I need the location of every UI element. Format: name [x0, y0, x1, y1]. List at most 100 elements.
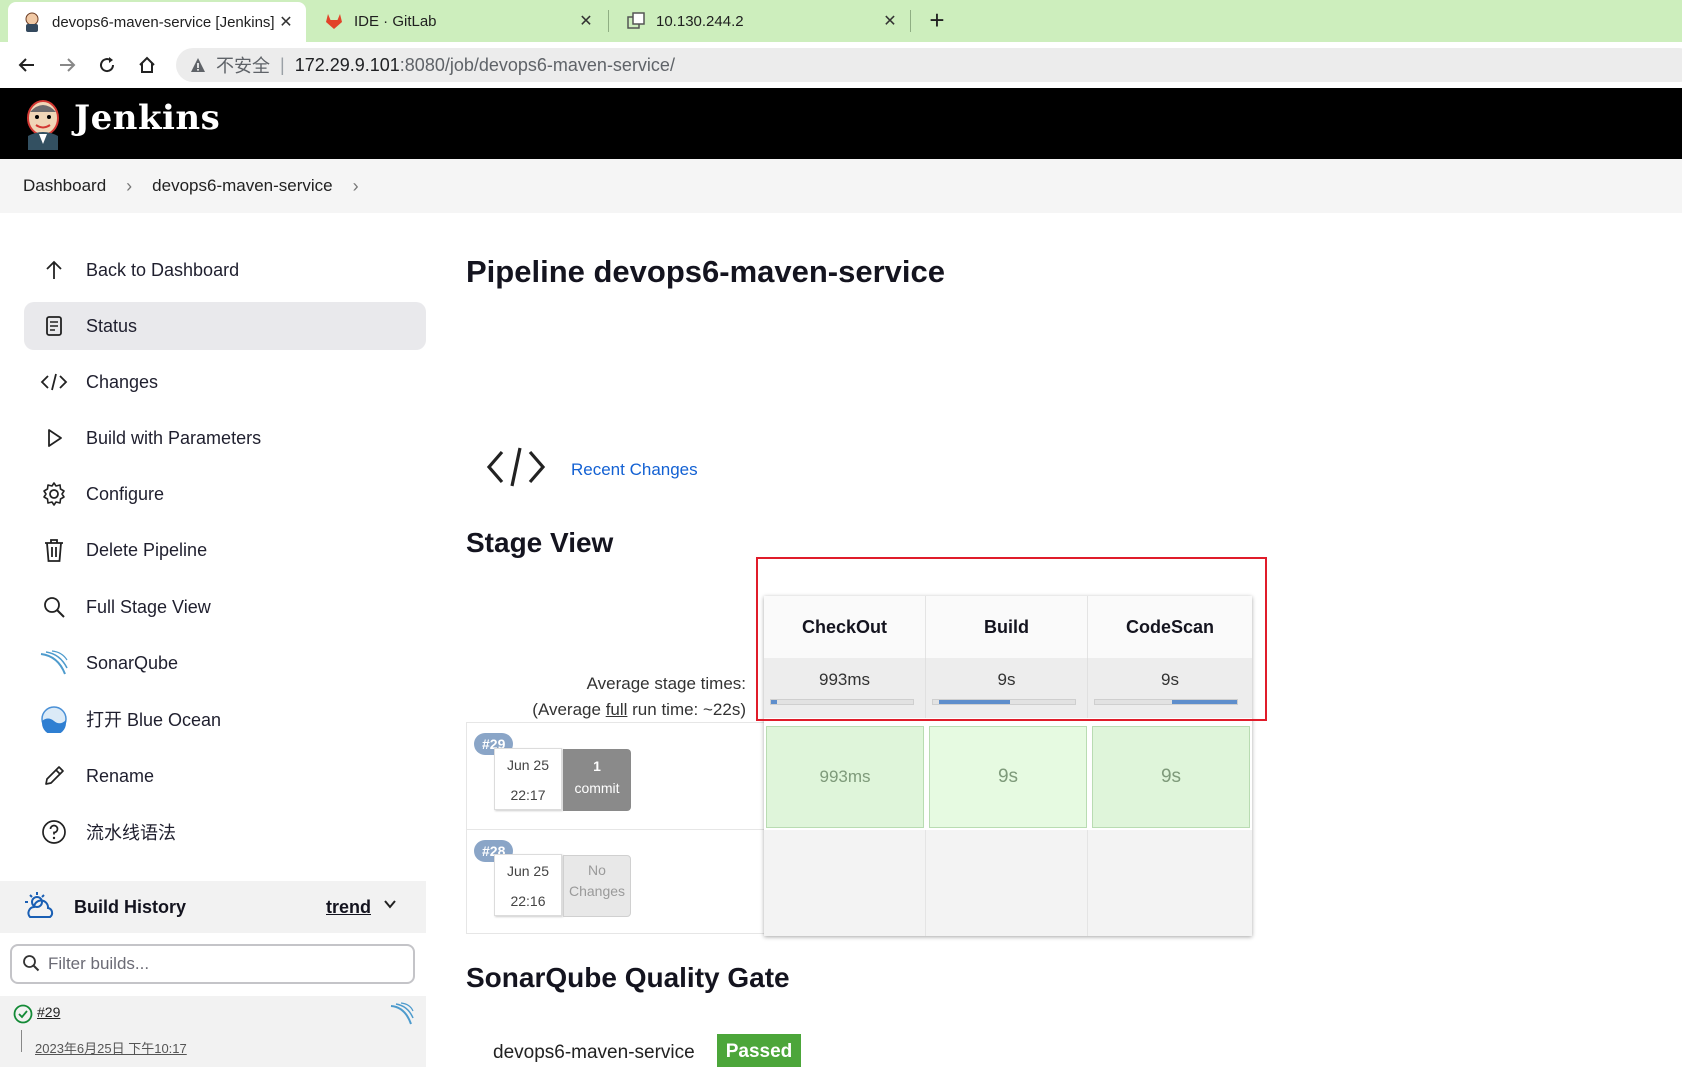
- gear-icon: [40, 480, 68, 508]
- sonarqube-icon[interactable]: [390, 1002, 414, 1026]
- avg-pre: (Average: [532, 700, 606, 719]
- breadcrumb-dashboard[interactable]: Dashboard: [23, 176, 106, 196]
- tab-title: devops6-maven-service [Jenkins]: [52, 13, 275, 31]
- sidebar-item-label: Build with Parameters: [86, 427, 262, 448]
- tab-remote[interactable]: 10.130.244.2 ✕: [612, 0, 910, 42]
- jenkins-logo-icon[interactable]: [22, 98, 64, 150]
- pencil-icon: [40, 762, 68, 790]
- home-icon: [139, 56, 155, 73]
- build-history-label[interactable]: Build History: [74, 897, 186, 918]
- tab-title: IDE · GitLab: [354, 12, 437, 30]
- blue-ocean-icon: [40, 705, 68, 733]
- run-date: Jun 25 22:17: [494, 748, 562, 810]
- success-icon: [13, 1004, 33, 1024]
- sidebar-item-blue-ocean[interactable]: 打开 Blue Ocean: [24, 695, 426, 743]
- close-icon[interactable]: ✕: [276, 12, 296, 32]
- stage-cell-empty: [1088, 830, 1252, 936]
- tab-gitlab[interactable]: IDE · GitLab ✕: [310, 0, 606, 42]
- no-changes-box: No Changes: [563, 855, 631, 917]
- recent-changes-link[interactable]: Recent Changes: [571, 460, 698, 480]
- sidebar-item-label: Back to Dashboard: [86, 259, 240, 280]
- sidebar-item-label: 流水线语法: [86, 823, 176, 843]
- sidebar-item-sonarqube[interactable]: SonarQube: [24, 639, 426, 687]
- filter-builds-field[interactable]: [10, 944, 415, 984]
- sidebar-item-full-stage-view[interactable]: Full Stage View: [24, 583, 426, 631]
- sidebar-item-label: Rename: [86, 765, 155, 786]
- no-changes-line-2: Changes: [568, 883, 626, 899]
- highlight-box: [756, 557, 1267, 721]
- chevron-right-icon[interactable]: ›: [353, 176, 359, 197]
- arrow-right-icon: [60, 58, 76, 72]
- build-history-header: Build History trend: [0, 881, 426, 933]
- weather-icon: [24, 891, 56, 923]
- page-title: Pipeline devops6-maven-service: [466, 254, 946, 289]
- close-icon[interactable]: ✕: [576, 11, 596, 31]
- run-date: Jun 25 22:16: [494, 854, 562, 916]
- sonarqube-project-name[interactable]: devops6-maven-service: [493, 1042, 695, 1064]
- stage-cell-codescan-29[interactable]: 9s: [1092, 726, 1250, 828]
- breadcrumb-job[interactable]: devops6-maven-service: [152, 176, 332, 196]
- sidebar-item-rename[interactable]: Rename: [24, 752, 426, 800]
- chevron-right-icon[interactable]: ›: [126, 176, 132, 197]
- run-date-time: 22:17: [510, 787, 546, 803]
- stage-view-title: Stage View: [466, 527, 614, 558]
- sidebar-item-label: SonarQube: [86, 652, 179, 673]
- url-host: 172.29.9.101: [294, 54, 400, 75]
- trend-link[interactable]: trend: [326, 897, 371, 918]
- trash-icon: [40, 536, 68, 564]
- stage-view-runs: #29 Jun 25 22:17 1 commit #28 Jun 25 22:…: [466, 722, 765, 934]
- sonarqube-quality-gate-title: SonarQube Quality Gate: [466, 962, 790, 993]
- sidebar-item-changes[interactable]: Changes: [24, 358, 426, 406]
- sidebar-item-label: 打开 Blue Ocean: [86, 710, 222, 730]
- forward-button[interactable]: [52, 50, 82, 80]
- home-button[interactable]: [132, 50, 162, 80]
- url-path: :8080/job/devops6-maven-service/: [399, 54, 675, 75]
- commits-count: 1: [593, 758, 601, 774]
- tab-jenkins[interactable]: devops6-maven-service [Jenkins] ✕: [8, 2, 306, 42]
- new-tab-button[interactable]: +: [922, 6, 952, 36]
- tab-separator: [910, 10, 911, 32]
- search-icon: [22, 954, 42, 974]
- tab-separator: [608, 10, 609, 32]
- quality-gate-status-badge: Passed: [717, 1034, 801, 1067]
- browser-tab-bar: devops6-maven-service [Jenkins] ✕ IDE · …: [0, 0, 1682, 42]
- stage-cell-empty: [926, 830, 1088, 936]
- filter-builds-input[interactable]: [48, 954, 388, 974]
- sidebar-item-label: Delete Pipeline: [86, 539, 208, 560]
- sidebar-item-label: Full Stage View: [86, 596, 211, 617]
- breadcrumb: Dashboard › devops6-maven-service ›: [0, 159, 1682, 213]
- commits-box[interactable]: 1 commit: [563, 749, 631, 811]
- sidebar-item-pipeline-syntax[interactable]: 流水线语法: [24, 808, 426, 856]
- browser-toolbar: 不安全 | 172.29.9.101:8080/job/devops6-mave…: [0, 42, 1682, 88]
- reload-icon: [100, 57, 115, 73]
- jenkins-title[interactable]: Jenkins: [74, 98, 220, 138]
- reload-button[interactable]: [92, 50, 122, 80]
- address-bar[interactable]: 不安全 | 172.29.9.101:8080/job/devops6-mave…: [176, 48, 1682, 82]
- chevron-down-icon[interactable]: [382, 896, 398, 917]
- sidebar-item-label: Changes: [86, 371, 159, 392]
- sidebar-item-configure[interactable]: Configure: [24, 470, 426, 518]
- stage-cell-checkout-29[interactable]: 993ms: [766, 726, 924, 828]
- close-icon[interactable]: ✕: [880, 11, 900, 31]
- run-date-day: Jun 25: [506, 757, 550, 773]
- full-run-link[interactable]: full: [606, 700, 628, 719]
- sidebar-item-build-with-parameters[interactable]: Build with Parameters: [24, 414, 426, 462]
- sidebar-item-status[interactable]: Status: [24, 302, 426, 350]
- stage-cell-build-29[interactable]: 9s: [929, 726, 1087, 828]
- timeline-line: [21, 1030, 22, 1052]
- build-date-link[interactable]: 2023年6月25日 下午10:17: [35, 1038, 187, 1057]
- no-changes-line-1: No: [588, 862, 606, 878]
- stage-cell-empty: [764, 830, 926, 936]
- sidebar-item-back-to-dashboard[interactable]: Back to Dashboard: [24, 246, 426, 294]
- build-number-link[interactable]: #29: [37, 1004, 60, 1020]
- back-button[interactable]: [12, 50, 42, 80]
- insecure-label: 不安全: [216, 56, 270, 76]
- help-icon: [40, 818, 68, 846]
- sonarqube-icon: [40, 649, 68, 677]
- gitlab-icon: [324, 11, 344, 31]
- row-separator: [467, 829, 765, 830]
- avg-line-2: (Average full run time: ~22s): [500, 697, 746, 723]
- arrow-left-icon: [18, 58, 34, 72]
- run-date-day: Jun 25: [506, 863, 550, 879]
- sidebar-item-delete-pipeline[interactable]: Delete Pipeline: [24, 526, 426, 574]
